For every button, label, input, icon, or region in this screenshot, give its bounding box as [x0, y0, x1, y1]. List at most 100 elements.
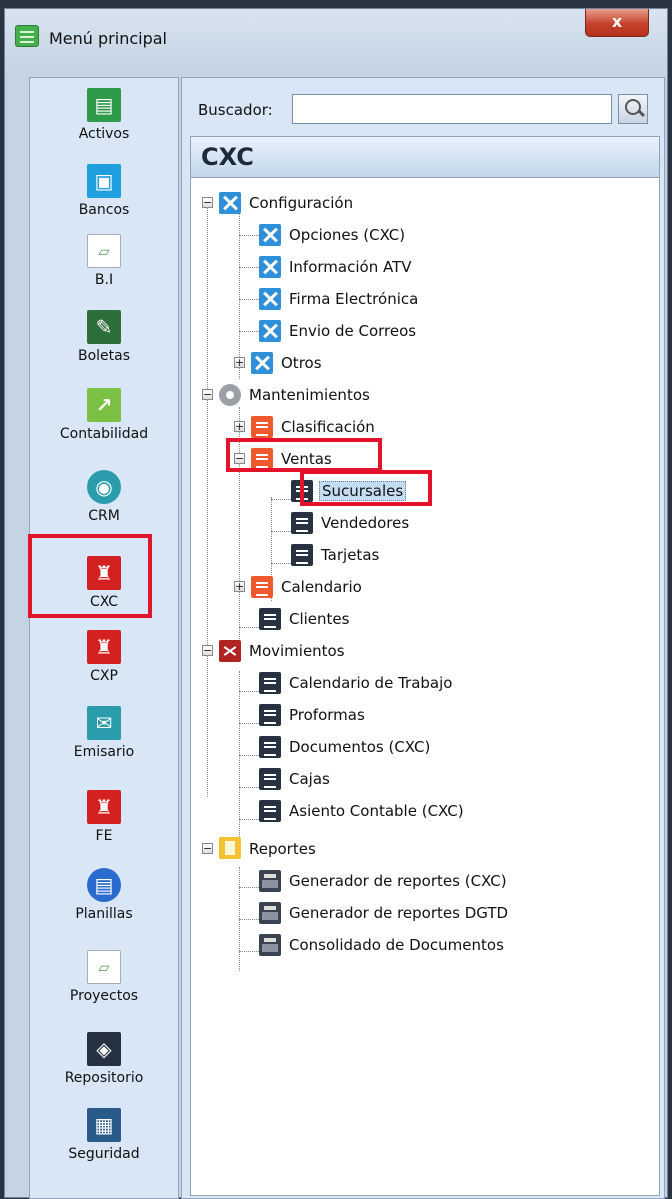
list-icon	[251, 576, 273, 598]
sidebar-item-bi[interactable]: ▱ B.I	[30, 234, 178, 288]
printer-icon	[259, 902, 281, 924]
sidebar-item-emisario[interactable]: ✉ Emisario	[30, 706, 178, 760]
globe-icon: ◉	[87, 470, 121, 504]
printer-icon	[259, 934, 281, 956]
close-button[interactable]: x	[585, 9, 649, 37]
sidebar-item-label: CRM	[88, 508, 120, 524]
collapse-toggle[interactable]: −	[202, 197, 213, 208]
report-icon	[219, 837, 241, 859]
module-header: CXC	[191, 137, 659, 178]
sidebar-item-label: Bancos	[78, 202, 130, 218]
app-menu-icon	[15, 25, 39, 47]
tree-item-generador-dgtd[interactable]: Generador de reportes DGTD	[289, 904, 508, 922]
shuffle-icon	[219, 640, 241, 662]
expand-toggle[interactable]: +	[234, 357, 245, 368]
sidebar-item-boletas[interactable]: ✎ Boletas	[30, 310, 178, 364]
sidebar-item-label: FE	[95, 828, 113, 844]
list-icon	[291, 512, 313, 534]
tree-item-tarjetas[interactable]: Tarjetas	[321, 546, 379, 564]
list-icon	[259, 768, 281, 790]
broken-image-icon: ▱	[87, 234, 121, 268]
tree-item-mantenimientos[interactable]: Mantenimientos	[249, 386, 370, 404]
chart-icon: ↗	[87, 388, 121, 422]
tree-item-consolidado[interactable]: Consolidado de Documentos	[289, 936, 504, 954]
search-input[interactable]	[292, 94, 612, 124]
sidebar-item-fe[interactable]: ♜ FE	[30, 790, 178, 844]
broken-image-icon: ▱	[87, 950, 121, 984]
tree-item-otros[interactable]: Otros	[281, 354, 322, 372]
tree-item-calendario-trabajo[interactable]: Calendario de Trabajo	[289, 674, 452, 692]
mail-icon: ✉	[87, 706, 121, 740]
tree-item-reportes[interactable]: Reportes	[249, 840, 316, 858]
tree-item-calendario[interactable]: Calendario	[281, 578, 362, 596]
sidebar-item-seguridad[interactable]: ▦ Seguridad	[30, 1108, 178, 1162]
main-panel: Buscador: CXC − Configuración Opciones (…	[181, 77, 665, 1199]
box-icon: ◈	[87, 1032, 121, 1066]
sidebar-item-label: Repositorio	[64, 1070, 144, 1086]
sidebar-item-activos[interactable]: ▤ Activos	[30, 88, 178, 142]
tree-item-informacion-atv[interactable]: Información ATV	[289, 258, 411, 276]
tree-item-documentos[interactable]: Documentos (CXC)	[289, 738, 430, 756]
sidebar-item-cxp[interactable]: ♜ CXP	[30, 630, 178, 684]
payroll-icon: ▤	[87, 868, 121, 902]
window-title: Menú principal	[49, 29, 167, 48]
list-icon	[259, 704, 281, 726]
collapse-toggle[interactable]: −	[202, 389, 213, 400]
sidebar-item-crm[interactable]: ◉ CRM	[30, 470, 178, 524]
ticket-icon: ✎	[87, 310, 121, 344]
tree-item-clasificacion[interactable]: Clasificación	[281, 418, 375, 436]
sidebar-item-label: Activos	[78, 126, 130, 142]
briefcase-icon: ▣	[87, 164, 121, 198]
list-icon	[259, 608, 281, 630]
sidebar-item-planillas[interactable]: ▤ Planillas	[30, 868, 178, 922]
search-button[interactable]	[618, 94, 648, 124]
tree-item-clientes[interactable]: Clientes	[289, 610, 349, 628]
tree-item-cajas[interactable]: Cajas	[289, 770, 330, 788]
tools-icon	[219, 192, 241, 214]
highlight-box-ventas	[226, 438, 382, 472]
expand-toggle[interactable]: +	[234, 421, 245, 432]
sidebar-item-label: Proyectos	[69, 988, 139, 1004]
tree-item-configuracion[interactable]: Configuración	[249, 194, 353, 212]
tools-icon	[251, 352, 273, 374]
list-icon	[259, 800, 281, 822]
sidebar-item-label: B.I	[94, 272, 114, 288]
sidebar-item-proyectos[interactable]: ▱ Proyectos	[30, 950, 178, 1004]
list-icon	[259, 672, 281, 694]
sidebar-item-bancos[interactable]: ▣ Bancos	[30, 164, 178, 218]
collapse-toggle[interactable]: −	[202, 645, 213, 656]
invoice-icon: ♜	[87, 790, 121, 824]
collapse-toggle[interactable]: −	[202, 843, 213, 854]
tree-item-movimientos[interactable]: Movimientos	[249, 642, 345, 660]
tools-icon	[259, 256, 281, 278]
tree-item-opciones[interactable]: Opciones (CXC)	[289, 226, 405, 244]
tree-item-firma-electronica[interactable]: Firma Electrónica	[289, 290, 418, 308]
tree-item-generador-reportes[interactable]: Generador de reportes (CXC)	[289, 872, 507, 890]
tools-icon	[259, 320, 281, 342]
list-icon	[251, 416, 273, 438]
sidebar-item-label: Boletas	[77, 348, 131, 364]
tree-item-vendedores[interactable]: Vendedores	[321, 514, 409, 532]
highlight-box-sucursales	[300, 470, 432, 506]
sidebar-item-contabilidad[interactable]: ↗ Contabilidad	[30, 388, 178, 442]
sidebar-item-label: Emisario	[73, 744, 135, 760]
gear-icon	[219, 384, 241, 406]
module-sidebar: ▤ Activos ▣ Bancos ▱ B.I ✎ Boletas ↗ Con…	[29, 77, 179, 1199]
highlight-box-cxc	[28, 534, 152, 618]
factory-icon: ▦	[87, 1108, 121, 1142]
expand-toggle[interactable]: +	[234, 581, 245, 592]
sidebar-item-repositorio[interactable]: ◈ Repositorio	[30, 1032, 178, 1086]
sidebar-item-label: Seguridad	[68, 1146, 140, 1162]
tree-item-proformas[interactable]: Proformas	[289, 706, 365, 724]
tree-item-asiento-contable[interactable]: Asiento Contable (CXC)	[289, 802, 464, 820]
payer-icon: ♜	[87, 630, 121, 664]
list-icon	[291, 544, 313, 566]
tools-icon	[259, 288, 281, 310]
sidebar-item-label: Planillas	[75, 906, 133, 922]
module-tree-panel: CXC − Configuración Opciones (CXC) Infor…	[190, 136, 660, 1196]
tools-icon	[259, 224, 281, 246]
tree-item-envio-correos[interactable]: Envio de Correos	[289, 322, 416, 340]
sidebar-item-label: Contabilidad	[59, 426, 149, 442]
title-bar: Menú principal x	[5, 9, 667, 67]
search-label: Buscador:	[198, 101, 273, 119]
